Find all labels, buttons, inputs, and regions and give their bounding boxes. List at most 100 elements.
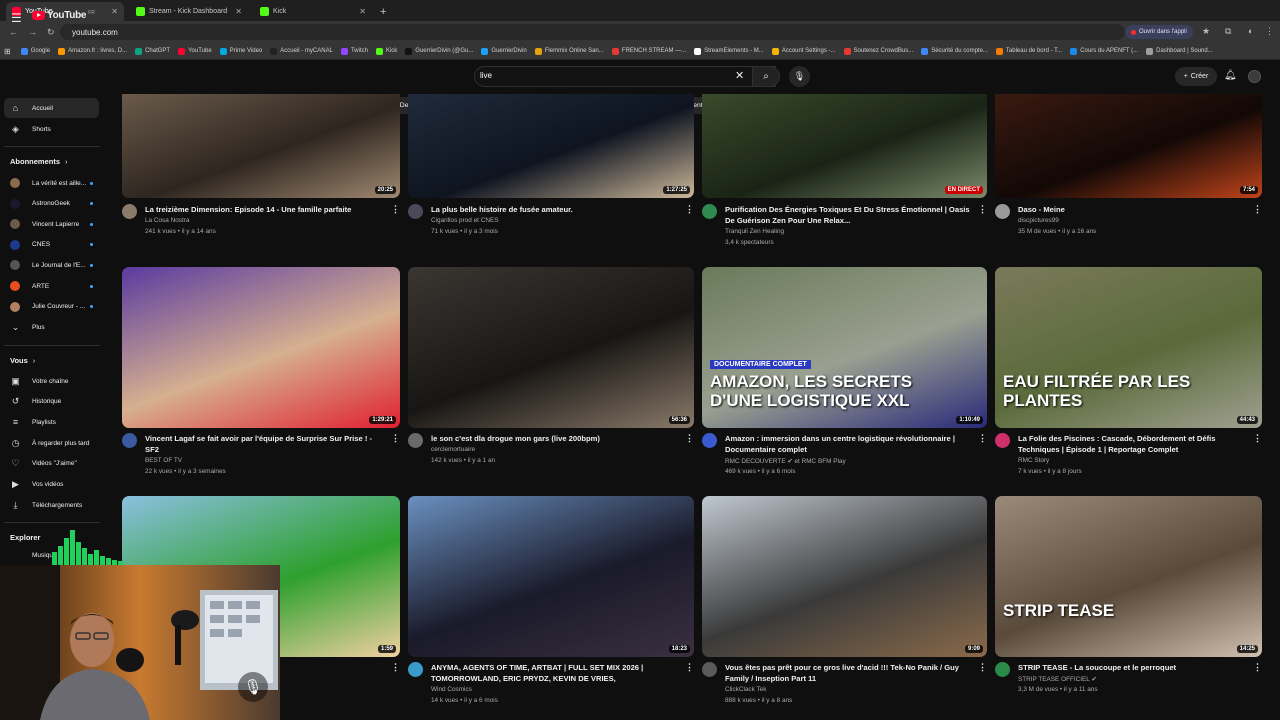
search-input[interactable] [474,66,776,87]
voice-search-button[interactable]: 🎙︎ [789,66,810,87]
video-channel[interactable]: ClickClack Tek [725,686,766,693]
search-button[interactable]: ⌕ [752,66,780,87]
video-thumbnail[interactable]: EN DIRECT [702,94,987,198]
sidebar-item[interactable]: ⌄ Plus [4,317,99,337]
apps-icon[interactable]: ⊞ [4,47,11,56]
more-options-icon[interactable]: ⋮ [391,662,400,673]
more-options-icon[interactable]: ⋮ [1253,204,1262,215]
video-title[interactable]: ANYMA, AGENTS OF TIME, ARTBAT | FULL SET… [431,662,677,684]
create-button[interactable]: + Créer [1175,67,1217,86]
video-title[interactable]: La treizième Dimension: Episode 14 - Une… [145,204,383,215]
sidebar-item-subscription[interactable]: Le Journal de l'E... [4,255,99,275]
more-options-icon[interactable]: ⋮ [685,204,694,215]
video-channel[interactable]: La Cosa Nostra [145,217,189,224]
bookmark-item[interactable]: Cours du APENFT (... [1070,47,1138,55]
browser-tab[interactable]: Kick ✕ [254,2,372,21]
sidebar-item[interactable]: ◷ À regarder plus tard [4,433,99,453]
sidebar-item[interactable]: ↺ Historique [4,392,99,412]
sidebar-item-subscription[interactable]: ARTE [4,276,99,296]
video-card[interactable]: 1:29:21 Vincent Lagaf se fait avoir par l… [122,267,400,484]
channel-avatar[interactable] [702,662,717,677]
bookmark-item[interactable]: Google [20,47,50,55]
sidebar-item[interactable]: ≡ Playlists [4,412,99,432]
bookmark-item[interactable]: YouTube [178,47,212,55]
bookmark-item[interactable]: Flemmix Online San... [534,47,604,55]
video-thumbnail[interactable]: STRIP TEASE 14:25 [995,496,1262,657]
video-thumbnail[interactable]: 1:29:21 [122,267,400,428]
channel-avatar[interactable] [408,433,423,448]
open-in-app-button[interactable]: Ouvrir dans l'appli [1125,25,1193,39]
video-channel[interactable]: Tranquil Zen Healing [725,228,784,235]
video-card[interactable]: 56:36 le son c'est dla drogue mon gars (l… [408,267,694,484]
more-options-icon[interactable]: ⋮ [391,433,400,444]
channel-avatar[interactable] [995,204,1010,219]
more-options-icon[interactable]: ⋮ [978,662,987,673]
clear-search-icon[interactable]: ✕ [735,69,744,82]
channel-avatar[interactable] [122,433,137,448]
sidebar-item[interactable]: ▣ Votre chaîne [4,371,99,391]
video-title[interactable]: STRIP TEASE - La soucoupe et le perroque… [1018,662,1245,673]
channel-avatar[interactable] [122,204,137,219]
browser-tab[interactable]: Stream - Kick Dashboard ✕ [130,2,248,21]
bookmark-item[interactable]: Account Settings -... [771,47,836,55]
sidebar-item-subscription[interactable]: Julie Couvreur - ... [4,297,99,317]
channel-avatar[interactable] [995,433,1010,448]
more-options-icon[interactable]: ⋮ [978,204,987,215]
video-title[interactable]: Vincent Lagaf se fait avoir par l'équipe… [145,433,383,455]
channel-avatar[interactable] [702,433,717,448]
youtube-logo[interactable]: YouTube FR [32,10,95,21]
video-channel[interactable]: BEST OF TV [145,457,182,464]
channel-avatar[interactable] [995,662,1010,677]
video-channel[interactable]: RMC Story [1018,457,1049,464]
video-channel[interactable]: RMC DECOUVERTE ✔ et RMC BFM Play [725,457,846,465]
bookmark-item[interactable]: Prime Video [219,47,262,55]
bookmark-item[interactable]: Kick [375,47,397,55]
back-icon[interactable]: ← [9,27,19,37]
sidebar-item[interactable]: ⤓ Téléchargements [4,495,99,515]
more-options-icon[interactable]: ⋮ [391,204,400,215]
you-heading[interactable]: Vous › [10,356,35,365]
video-card[interactable]: DOCUMENTAIRE COMPLET AMAZON, LES SECRETS … [702,267,987,484]
bookmark-item[interactable]: GuerrierDivin (@Gu... [405,47,473,55]
video-channel[interactable]: discpictures99 [1018,217,1059,224]
browser-menu-icon[interactable]: ⋮ [1265,26,1274,37]
video-title[interactable]: Vous êtes pas prêt pour ce gros live d'a… [725,662,970,684]
video-channel[interactable]: Cigarillos prod et CNES [431,217,498,224]
channel-avatar[interactable] [408,204,423,219]
sidebar-item-subscription[interactable]: CNES [4,235,99,255]
video-thumbnail[interactable]: 7:54 [995,94,1262,198]
video-channel[interactable]: Wind Cosmics [431,686,472,693]
bookmark-item[interactable]: ChatGPT [135,47,170,55]
tab-close-icon[interactable]: ✕ [235,7,242,16]
new-tab-button[interactable]: + [380,6,386,18]
bookmark-item[interactable]: Soutenez CrowdBus... [843,47,913,55]
video-channel[interactable]: cercle​mortuaire [431,446,475,453]
channel-avatar[interactable] [702,204,717,219]
sidebar-item-subscription[interactable]: Vincent Lapierre [4,214,99,234]
video-channel[interactable]: STRIP TEASE OFFICIEL ✔ [1018,675,1097,683]
more-options-icon[interactable]: ⋮ [1253,662,1262,673]
extensions-icon[interactable]: ⧉ [1225,26,1231,37]
sidebar-item[interactable]: ◈ Shorts [4,119,99,139]
video-card[interactable]: STRIP TEASE 14:25 STRIP TEASE - La soucoup… [995,496,1262,713]
video-card[interactable]: EAU FILTRÉE PAR LES PLANTES 44:43 La Folie… [995,267,1262,484]
video-card[interactable]: 18:23 ANYMA, AGENTS OF TIME, ARTBAT | FUL… [408,496,694,713]
video-thumbnail[interactable]: 18:23 [408,496,694,657]
bookmark-item[interactable]: Twitch [340,47,368,55]
sidebar-item-subscription[interactable]: AstronoGeek [4,194,99,214]
video-card[interactable]: 20:25 La treizième Dimension: Episode 14 … [122,94,400,255]
sidebar-item-subscription[interactable]: La vérité est aille... [4,173,99,193]
video-title[interactable]: Amazon : immersion dans un centre logist… [725,433,970,455]
hamburger-menu-icon[interactable]: ☰ [11,11,22,25]
url-input[interactable]: youtube.com [60,24,1125,40]
bookmark-item[interactable]: Dashboard | Sound... [1146,47,1213,55]
sidebar-item[interactable]: ⌂ Accueil [4,98,99,118]
profile-icon[interactable]: ◐ [1248,26,1253,36]
bookmark-item[interactable]: GuerrierDivin [481,47,527,55]
bookmark-star-icon[interactable]: ★ [1202,26,1210,37]
more-options-icon[interactable]: ⋮ [685,433,694,444]
forward-icon[interactable]: → [28,27,38,37]
bookmark-item[interactable]: Sécurité du compte... [921,47,988,55]
sidebar-item[interactable]: ▶ Vos vidéos [4,475,99,495]
video-card[interactable]: 1:27:25 La plus belle histoire de fusée a… [408,94,694,255]
